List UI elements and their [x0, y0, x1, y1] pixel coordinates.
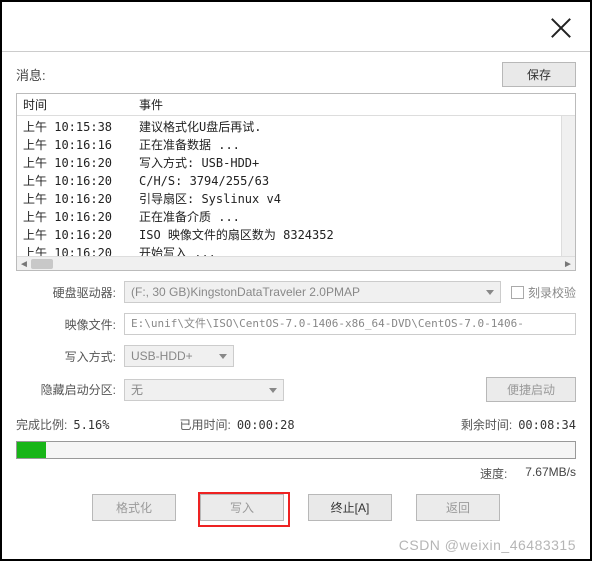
chevron-down-icon	[219, 354, 227, 359]
back-button[interactable]: 返回	[416, 494, 500, 521]
percent-label: 完成比例:	[16, 416, 67, 433]
log-row: 上午 10:15:38建议格式化U盘后再试.	[17, 118, 575, 136]
drive-select[interactable]: (F:, 30 GB)KingstonDataTraveler 2.0PMAP	[124, 281, 501, 303]
log-hscrollbar[interactable]: ◄ ►	[17, 256, 575, 270]
drive-label: 硬盘驱动器:	[16, 284, 124, 301]
write-button[interactable]: 写入	[200, 494, 284, 521]
remain-value: 00:08:34	[518, 418, 576, 432]
log-vscrollbar[interactable]	[561, 116, 575, 256]
scroll-thumb[interactable]	[31, 259, 53, 269]
log-col-event: 事件	[139, 96, 575, 114]
log-col-time: 时间	[23, 96, 139, 114]
scroll-left-icon[interactable]: ◄	[17, 257, 31, 271]
remain-label: 剩余时间:	[461, 416, 512, 433]
log-row: 上午 10:16:20引导扇区: Syslinux v4	[17, 190, 575, 208]
mode-select[interactable]: USB-HDD+	[124, 345, 234, 367]
abort-button[interactable]: 终止[A]	[308, 494, 392, 521]
log-body: 上午 10:15:38建议格式化U盘后再试. 上午 10:16:16正在准备数据…	[17, 116, 575, 262]
speed-value: 7.67MB/s	[525, 465, 576, 482]
convenient-boot-button[interactable]: 便捷启动	[486, 377, 576, 402]
dialog-content: 消息: 保存 时间 事件 上午 10:15:38建议格式化U盘后再试. 上午 1…	[2, 52, 590, 521]
log-row: 上午 10:16:20ISO 映像文件的扇区数为 8324352	[17, 226, 575, 244]
mode-label: 写入方式:	[16, 348, 124, 365]
progress-fill	[17, 442, 46, 458]
format-button[interactable]: 格式化	[92, 494, 176, 521]
image-path-field[interactable]: E:\unif\文件\ISO\CentOS-7.0-1406-x86_64-DV…	[124, 313, 576, 335]
scroll-right-icon[interactable]: ►	[561, 257, 575, 271]
watermark: CSDN @weixin_46483315	[399, 537, 576, 553]
save-button[interactable]: 保存	[502, 62, 576, 87]
elapsed-label: 已用时间:	[179, 416, 230, 433]
image-label: 映像文件:	[16, 316, 124, 333]
titlebar	[2, 2, 590, 52]
hidden-boot-select[interactable]: 无	[124, 379, 284, 401]
progress-stats: 完成比例: 5.16% 已用时间: 00:00:28 剩余时间: 00:08:3…	[16, 416, 576, 433]
chevron-down-icon	[486, 290, 494, 295]
log-row: 上午 10:16:20C/H/S: 3794/255/63	[17, 172, 575, 190]
hidden-boot-label: 隐藏启动分区:	[16, 381, 124, 398]
verify-checkbox[interactable]: 刻录校验	[511, 284, 576, 301]
percent-value: 5.16%	[73, 418, 109, 432]
speed-label: 速度:	[480, 465, 507, 482]
elapsed-value: 00:00:28	[237, 418, 295, 432]
button-row: 格式化 写入 终止[A] 返回	[16, 494, 576, 521]
log-row: 上午 10:16:20写入方式: USB-HDD+	[17, 154, 575, 172]
log-row: 上午 10:16:20正在准备介质 ...	[17, 208, 575, 226]
log-row: 上午 10:16:16正在准备数据 ...	[17, 136, 575, 154]
close-icon[interactable]	[550, 17, 572, 39]
message-label: 消息:	[16, 65, 46, 84]
progress-bar	[16, 441, 576, 459]
log-panel: 时间 事件 上午 10:15:38建议格式化U盘后再试. 上午 10:16:16…	[16, 93, 576, 271]
chevron-down-icon	[269, 388, 277, 393]
